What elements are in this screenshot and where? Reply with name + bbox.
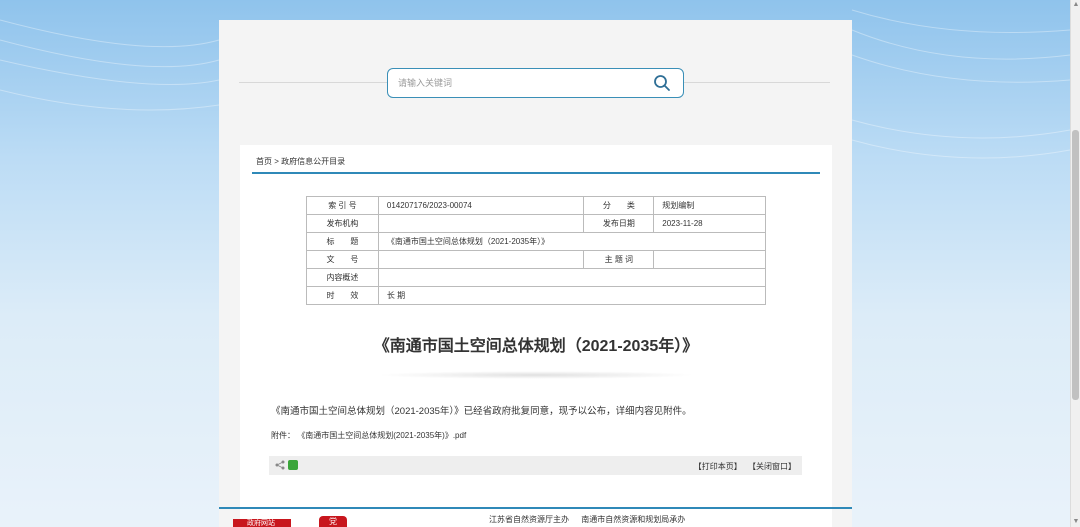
print-page-button[interactable]: 【打印本页】 bbox=[694, 462, 742, 471]
search-box bbox=[387, 68, 684, 98]
scroll-down-icon[interactable]: ▼ bbox=[1072, 518, 1080, 526]
breadcrumb-home[interactable]: 首页 bbox=[256, 157, 272, 166]
title-value: 《南通市国土空间总体规划（2021-2035年）》 bbox=[377, 232, 767, 251]
search-divider-right bbox=[684, 82, 830, 83]
publish-date-label: 发布日期 bbox=[583, 214, 655, 233]
summary-value bbox=[377, 268, 767, 287]
breadcrumb: 首页 > 政府信息公开目录 bbox=[256, 156, 345, 167]
page-scrollbar[interactable]: ▲ ▼ bbox=[1070, 0, 1080, 527]
subject-value bbox=[653, 250, 766, 269]
document-title: 《南通市国土空间总体规划（2021-2035年）》 bbox=[373, 338, 699, 355]
gov-site-logo[interactable]: 政府网站 bbox=[233, 519, 291, 527]
search-input[interactable] bbox=[398, 74, 638, 92]
table-row: 标 题 《南通市国土空间总体规划（2021-2035年）》 bbox=[306, 232, 767, 251]
index-label: 索 引 号 bbox=[306, 196, 379, 215]
breadcrumb-divider bbox=[252, 172, 820, 174]
index-value: 014207176/2023-00074 bbox=[377, 196, 585, 215]
toolbar-links: 【打印本页】 【关闭窗口】 bbox=[690, 461, 796, 472]
content-panel: 首页 > 政府信息公开目录 索 引 号 014207176/2023-00074… bbox=[240, 145, 832, 527]
document-body: 《南通市国土空间总体规划（2021-2035年）》已经省政府批复同意，现予以公布… bbox=[271, 406, 692, 417]
search-divider-left bbox=[239, 82, 387, 83]
summary-label: 内容概述 bbox=[306, 268, 379, 287]
search-icon[interactable] bbox=[653, 74, 671, 92]
table-row: 索 引 号 014207176/2023-00074 分 类 规划编制 bbox=[306, 196, 766, 215]
close-window-button[interactable]: 【关闭窗口】 bbox=[748, 462, 796, 471]
attachment-link[interactable]: 《南通市国土空间总体规划(2021-2035年)》.pdf bbox=[297, 431, 466, 440]
title-label: 标 题 bbox=[306, 232, 379, 251]
search-row bbox=[219, 68, 852, 98]
publish-date-value: 2023-11-28 bbox=[653, 214, 766, 233]
category-value: 规划编制 bbox=[653, 196, 766, 215]
wechat-share-icon[interactable] bbox=[288, 460, 298, 470]
breadcrumb-separator: > bbox=[274, 157, 279, 166]
table-row: 发布机构 发布日期 2023-11-28 bbox=[306, 214, 766, 233]
attachment-label: 附件： bbox=[271, 431, 295, 440]
footer-organizer: 南通市自然资源和规划局承办 bbox=[581, 515, 686, 524]
title-shadow-divider bbox=[376, 371, 696, 379]
doc-number-value bbox=[377, 250, 585, 269]
table-row: 文 号 主 题 词 bbox=[306, 250, 766, 269]
footer-host: 江苏省自然资源厅主办 bbox=[489, 515, 569, 524]
attachment-line: 附件： 《南通市国土空间总体规划(2021-2035年)》.pdf bbox=[271, 430, 466, 441]
validity-label: 时 效 bbox=[306, 286, 379, 305]
table-row: 时 效 长 期 bbox=[306, 286, 767, 305]
scroll-up-icon[interactable]: ▲ bbox=[1072, 1, 1080, 9]
page-container: 首页 > 政府信息公开目录 索 引 号 014207176/2023-00074… bbox=[219, 20, 852, 527]
doc-number-label: 文 号 bbox=[306, 250, 379, 269]
footer-divider bbox=[219, 507, 852, 509]
scrollbar-thumb[interactable] bbox=[1072, 130, 1079, 400]
publisher-value bbox=[377, 214, 585, 233]
action-toolbar: 【打印本页】 【关闭窗口】 bbox=[269, 456, 802, 475]
publisher-label: 发布机构 bbox=[306, 214, 379, 233]
subject-label: 主 题 词 bbox=[583, 250, 655, 269]
validity-value: 长 期 bbox=[377, 286, 767, 305]
party-logo[interactable]: 党 bbox=[319, 516, 347, 527]
breadcrumb-current[interactable]: 政府信息公开目录 bbox=[281, 157, 345, 166]
category-label: 分 类 bbox=[583, 196, 655, 215]
footer-links: 江苏省自然资源厅主办 南通市自然资源和规划局承办 bbox=[489, 514, 695, 525]
table-row: 内容概述 bbox=[306, 268, 767, 287]
metadata-table: 索 引 号 014207176/2023-00074 分 类 规划编制 发布机构… bbox=[306, 196, 767, 305]
share-icon[interactable] bbox=[275, 460, 285, 470]
